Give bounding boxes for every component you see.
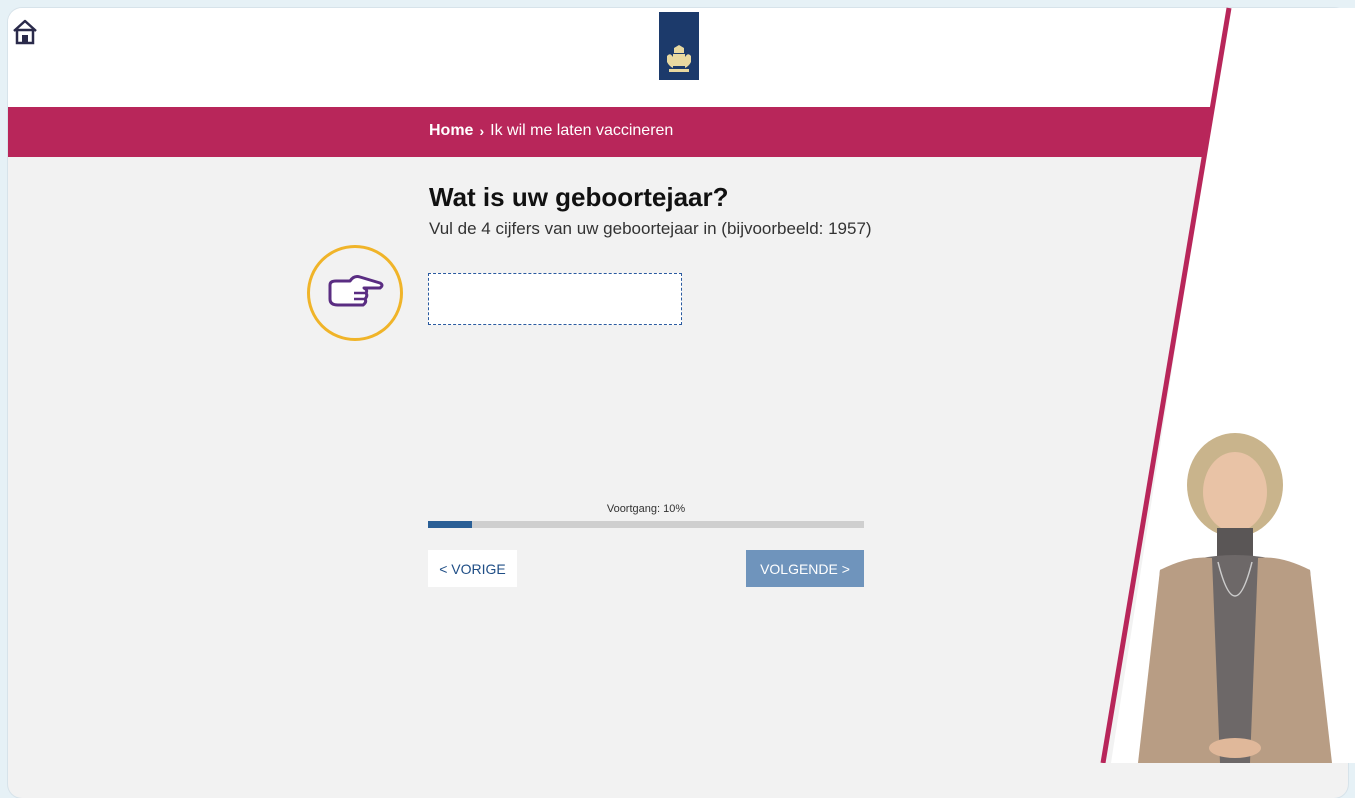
sign-language-presenter [1138,433,1332,763]
previous-button[interactable]: < VORIGE [428,550,517,587]
top-header [8,8,1348,107]
crest-icon [667,45,691,72]
instruction-text: Vul de 4 cijfers van uw geboortejaar in … [429,219,872,238]
chevron-right-icon: › [479,123,485,139]
pointing-hand-icon [328,275,384,307]
progress-label: Voortgang: 10% [606,503,686,515]
breadcrumb: Home › Ik wil me laten vaccineren [429,122,673,140]
breadcrumb-current: Ik wil me laten vaccineren [490,122,674,139]
progress-bar [428,521,864,528]
house-icon[interactable] [11,18,39,46]
breadcrumb-bar: Home › Ik wil me laten vaccineren [8,107,1348,157]
progress-fill [428,521,472,528]
breadcrumb-home-link[interactable]: Home [429,122,473,140]
next-button[interactable]: VOLGENDE > [746,550,864,587]
page-title: Wat is uw geboortejaar? [429,182,729,212]
pointer-hint [307,245,403,341]
birth-year-input[interactable] [428,273,682,325]
coat-of-arms-logo [659,12,699,80]
